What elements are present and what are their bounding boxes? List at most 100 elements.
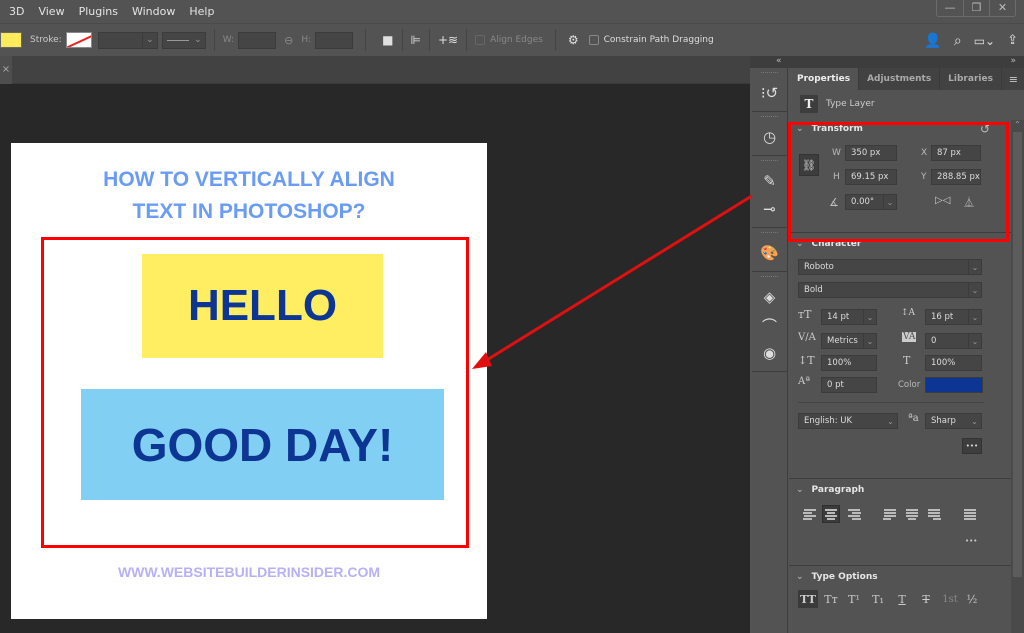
reset-transform-icon[interactable]: ↺: [980, 122, 990, 136]
font-family-dropdown[interactable]: Roboto ⌄: [798, 259, 982, 275]
horizontal-scale-field[interactable]: 100%: [925, 355, 982, 371]
share-icon[interactable]: ⇪: [1007, 33, 1018, 48]
channels-icon[interactable]: ◉: [752, 339, 787, 367]
font-style-dropdown[interactable]: Bold ⌄: [798, 282, 982, 298]
panel-scrollbar[interactable]: ⌃: [1011, 120, 1024, 633]
vertical-scale-icon: ↕T: [798, 354, 815, 367]
tab-adjustments[interactable]: Adjustments: [859, 68, 941, 90]
constrain-path-checkbox[interactable]: [588, 35, 599, 45]
path-operations-icon[interactable]: ■: [382, 33, 393, 47]
character-section: ⌄ Character Roboto ⌄ Bold ⌄ тT 14 pt ⌄ ↕A 16…: [789, 233, 1024, 479]
adjust-brush-icon[interactable]: ⊸: [752, 195, 787, 223]
collapse-caret-icon[interactable]: ⌄: [796, 239, 804, 249]
goodday-text-layer[interactable]: GOOD DAY!: [81, 389, 444, 500]
strikethrough-button[interactable]: T: [917, 590, 935, 608]
user-add-icon[interactable]: 👤: [924, 33, 941, 49]
height-input[interactable]: [315, 31, 354, 49]
baseline-shift-field[interactable]: 0 pt: [821, 377, 877, 393]
link-icon[interactable]: ⊖: [284, 34, 293, 47]
paths-icon[interactable]: ⌒: [752, 311, 787, 339]
more-character-options-button[interactable]: •••: [962, 438, 982, 454]
justify-left-button[interactable]: [881, 505, 899, 523]
top-right-icons: 👤 ⌕ ▭⌄ ⇪: [924, 24, 1018, 57]
close-tab-icon[interactable]: ×: [0, 56, 12, 84]
align-right-button[interactable]: [845, 505, 863, 523]
hello-text-layer[interactable]: HELLO: [142, 254, 383, 358]
leading-field[interactable]: 16 pt ⌄: [925, 309, 982, 325]
layer-type-label: Type Layer: [826, 99, 875, 109]
panel-menu-icon[interactable]: ≡: [1009, 73, 1018, 86]
collapse-left-icon[interactable]: «: [776, 56, 782, 66]
tracking-dropdown[interactable]: 0 ⌄: [925, 333, 982, 349]
fill-swatch[interactable]: [0, 32, 22, 48]
stroke-type-dropdown[interactable]: ⌄: [161, 31, 206, 49]
align-center-button[interactable]: [822, 505, 840, 523]
menu-window[interactable]: Window: [125, 5, 182, 18]
minimize-button[interactable]: —: [937, 0, 963, 16]
subscript-button[interactable]: T₁: [869, 590, 887, 608]
ordinals-button[interactable]: 1st: [939, 590, 961, 608]
language-dropdown[interactable]: English: UK ⌄: [798, 413, 898, 429]
fractions-button[interactable]: ½: [963, 590, 981, 608]
justify-right-button[interactable]: [925, 505, 943, 523]
restore-button[interactable]: ❐: [963, 0, 989, 16]
gear-icon[interactable]: ⚙: [568, 33, 579, 47]
stroke-width-field[interactable]: ⌄: [97, 31, 158, 49]
all-caps-button[interactable]: TT: [798, 590, 818, 608]
align-edges-checkbox[interactable]: [475, 35, 486, 45]
menu-3d[interactable]: 3D: [0, 5, 31, 18]
more-paragraph-options-button[interactable]: •••: [965, 537, 977, 545]
y-field[interactable]: 288.85 px: [931, 169, 981, 185]
link-proportions-button[interactable]: ⛓: [799, 154, 819, 176]
collapse-caret-icon[interactable]: ⌄: [796, 572, 804, 582]
kerning-dropdown[interactable]: Metrics ⌄: [821, 333, 877, 349]
window-controls: — ❐ ✕: [936, 0, 1016, 17]
chevron-down-icon: ⌄: [968, 283, 981, 297]
superscript-button[interactable]: T¹: [845, 590, 863, 608]
flip-vertical-icon[interactable]: ⏅: [964, 194, 974, 209]
stroke-swatch[interactable]: [65, 32, 92, 48]
font-size-field[interactable]: 14 pt ⌄: [821, 309, 877, 325]
small-caps-button[interactable]: Tт: [822, 590, 840, 608]
x-field[interactable]: 87 px: [931, 145, 981, 161]
color-label: Color: [898, 380, 921, 390]
height-field[interactable]: 69.15 px: [845, 169, 897, 185]
chevron-down-icon: ⌄: [863, 334, 876, 348]
divider: [365, 29, 367, 51]
tab-libraries[interactable]: Libraries: [940, 68, 1002, 90]
path-alignment-icon[interactable]: ⊫: [411, 33, 421, 47]
close-button[interactable]: ✕: [989, 0, 1015, 16]
menu-help[interactable]: Help: [182, 5, 221, 18]
scroll-up-icon[interactable]: ⌃: [1014, 120, 1021, 129]
color-palette-icon[interactable]: 🎨: [752, 239, 787, 267]
menu-plugins[interactable]: Plugins: [72, 5, 125, 18]
underline-button[interactable]: T: [893, 590, 911, 608]
history-icon[interactable]: ◷: [752, 123, 787, 151]
goodday-text: GOOD DAY!: [131, 418, 394, 471]
path-arrangement-icon[interactable]: +≋: [438, 33, 458, 47]
layers-icon[interactable]: ◈: [752, 283, 787, 311]
history-states-icon[interactable]: ⁝↺: [752, 79, 787, 107]
width-input[interactable]: [238, 31, 277, 49]
workspace-icon[interactable]: ▭⌄: [974, 34, 995, 48]
collapse-right-icon[interactable]: »: [1010, 56, 1016, 66]
angle-field[interactable]: 0.00° ⌄: [845, 194, 897, 210]
collapse-caret-icon[interactable]: ⌄: [796, 485, 804, 495]
vertical-scale-field[interactable]: 100%: [821, 355, 877, 371]
divider: [213, 29, 215, 51]
justify-center-button[interactable]: [903, 505, 921, 523]
align-left-button[interactable]: [801, 505, 819, 523]
brush-settings-icon[interactable]: ✎: [752, 167, 787, 195]
collapse-caret-icon[interactable]: ⌄: [796, 124, 804, 134]
antialias-dropdown[interactable]: Sharp ⌄: [925, 413, 982, 429]
scrollbar-thumb[interactable]: [1013, 132, 1022, 577]
document-canvas[interactable]: HOW TO VERTICALLY ALIGN TEXT IN PHOTOSHO…: [11, 143, 487, 619]
hello-text: HELLO: [187, 281, 338, 330]
search-icon[interactable]: ⌕: [954, 33, 962, 49]
text-color-swatch[interactable]: [925, 377, 983, 393]
tab-properties[interactable]: Properties: [789, 68, 860, 90]
width-field[interactable]: 350 px: [845, 145, 897, 161]
menu-view[interactable]: View: [31, 5, 71, 18]
justify-all-button[interactable]: [961, 505, 979, 523]
flip-horizontal-icon[interactable]: ▷◁: [935, 195, 950, 206]
